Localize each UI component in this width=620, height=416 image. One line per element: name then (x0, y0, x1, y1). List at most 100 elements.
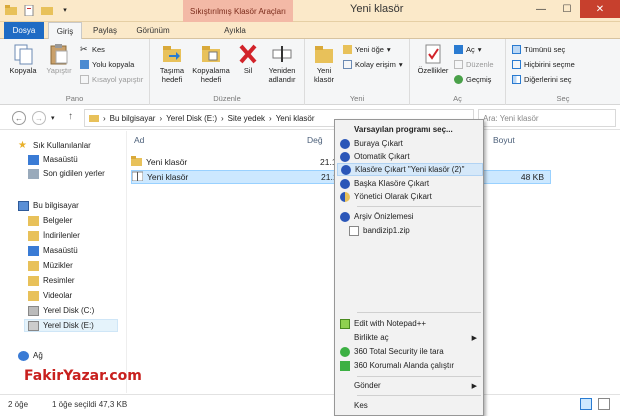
breadcrumb-bu-bilgisayar[interactable]: Bu bilgisayar (110, 114, 156, 123)
tab-gorunum[interactable]: Görünüm (130, 22, 176, 39)
delete-button[interactable]: Sil (236, 43, 260, 75)
bandizip-icon (341, 164, 351, 175)
menu-item-extract-admin[interactable]: Yönetici Olarak Çıkart (337, 190, 483, 203)
delete-label: Sil (243, 66, 253, 75)
menu-item-auto-extract[interactable]: Otomatik Çıkart (337, 150, 483, 163)
easy-access-button[interactable]: Kolay erişim ▾ (343, 60, 403, 69)
star-icon: ★ (18, 139, 27, 151)
maximize-button[interactable]: ☐ (554, 0, 580, 18)
context-menu: Varsayılan programı seç... Buraya Çıkart… (334, 119, 484, 416)
copy-folder-icon (200, 43, 222, 65)
tab-dosya[interactable]: Dosya (4, 22, 44, 39)
breadcrumb-yeni-klasor[interactable]: Yeni klasör (276, 114, 315, 123)
new-item-button[interactable]: Yeni öğe ▾ (343, 45, 391, 54)
folder-icon (313, 43, 335, 65)
move-to-label: Taşıma hedefi (159, 66, 185, 84)
menu-item-open-with[interactable]: Birlikte aç ▶ (337, 331, 483, 344)
menu-item-extract-here[interactable]: Buraya Çıkart (337, 137, 483, 150)
properties-icon[interactable] (22, 3, 36, 17)
menu-item-extract-to-folder[interactable]: Klasöre Çıkart "Yeni klasör (2)" (337, 163, 483, 176)
breadcrumb-site-yedek[interactable]: Site yedek (228, 114, 265, 123)
menu-item-360-scan[interactable]: 360 Total Security ile tara (337, 345, 483, 358)
close-button[interactable]: ✕ (580, 0, 620, 18)
search-input[interactable]: Ara: Yeni klasör (478, 109, 616, 127)
history-button[interactable]: Geçmiş (454, 75, 491, 84)
select-all-icon (512, 45, 521, 54)
tab-paylas[interactable]: Paylaş (88, 22, 122, 39)
menu-item-label: Edit with Notepad++ (354, 319, 427, 328)
new-folder-button[interactable]: Yeni klasör (309, 43, 339, 84)
copy-label: Kopyala (9, 66, 37, 75)
new-folder-icon[interactable] (40, 3, 54, 17)
360-security-icon (340, 346, 350, 357)
menu-item-cut[interactable]: Kes (337, 399, 483, 412)
item-count: 2 öğe (8, 400, 29, 409)
paste-button[interactable]: Yapıştır (42, 43, 76, 75)
select-all-button[interactable]: Tümünü seç (512, 45, 565, 54)
large-icons-view-icon[interactable] (598, 398, 610, 410)
window-title: Yeni klasör (350, 3, 404, 15)
history-label: Geçmiş (466, 75, 492, 84)
recent-locations-chevron-icon[interactable]: ▾ (51, 114, 55, 122)
invert-selection-button[interactable]: Diğerlerini seç (512, 75, 572, 84)
copy-icon (12, 43, 34, 65)
open-icon (454, 45, 463, 54)
notepad-icon (340, 318, 350, 329)
cut-button[interactable]: ✂ Kes (80, 45, 105, 55)
select-none-label: Hiçbirini seçme (524, 60, 575, 69)
tab-ayikla[interactable]: Ayıkla (210, 22, 260, 39)
properties-button[interactable]: Özellikler (414, 43, 452, 75)
chevron-down-icon[interactable]: ▾ (58, 3, 72, 17)
edit-button[interactable]: Düzenle (454, 60, 494, 69)
menu-item-default-program[interactable]: Varsayılan programı seç... (337, 123, 483, 136)
paste-label: Yapıştır (46, 66, 72, 75)
details-view-icon[interactable] (580, 398, 592, 410)
menu-item-label: bandizip1.zip (363, 226, 410, 235)
forward-button[interactable]: → (32, 111, 46, 125)
group-yeni: Yeni klasör Yeni öğe ▾ Kolay erişim ▾ Yeni (305, 39, 410, 105)
menu-item-extract-other[interactable]: Başka Klasöre Çıkart (337, 177, 483, 190)
nav-favorites[interactable]: ★ Sık Kullanılanlar (18, 139, 138, 152)
copy-path-label: Yolu kopyala (92, 60, 135, 69)
history-icon (454, 75, 463, 84)
open-button[interactable]: Aç ▾ (454, 45, 482, 54)
quick-access-toolbar: ▾ (4, 3, 72, 17)
copy-button[interactable]: Kopyala (6, 43, 40, 75)
nav-item-label: İndirilenler (43, 231, 80, 240)
group-label-ac: Aç (453, 94, 462, 103)
paste-shortcut-button[interactable]: Kısayol yapıştır (80, 75, 143, 84)
address-row: ← → ▾ ↑ › Bu bilgisayar › Yerel Disk (E:… (0, 106, 620, 130)
nav-this-pc[interactable]: Bu bilgisayar (18, 199, 138, 212)
desktop-icon (28, 154, 39, 165)
menu-item-zip-file[interactable]: bandizip1.zip (337, 224, 483, 237)
rename-icon (271, 43, 293, 65)
minimize-button[interactable]: — (528, 0, 554, 18)
menu-item-360-sandbox[interactable]: 360 Korumalı Alanda çalıştır (337, 359, 483, 372)
copy-path-button[interactable]: Yolu kopyala (80, 60, 134, 69)
group-duzenle: Taşıma hedefi Kopyalama hedefi Sil Yenid… (150, 39, 305, 105)
move-to-button[interactable]: Taşıma hedefi (154, 43, 190, 84)
menu-item-archive-preview[interactable]: Arşiv Önizlemesi (337, 210, 483, 223)
ribbon: Kopyala Yapıştır ✂ Kes Yolu kopyala Kısay… (0, 39, 620, 105)
chevron-down-icon: ▾ (386, 45, 391, 54)
menu-item-notepad[interactable]: Edit with Notepad++ (337, 317, 483, 330)
column-size[interactable]: Boyut (493, 135, 515, 145)
chevron-right-icon: ▶ (471, 334, 477, 342)
column-date[interactable]: Değ (307, 135, 323, 145)
nav-item-disk-e[interactable]: Yerel Disk (E:) (24, 319, 118, 332)
nav-network[interactable]: Ağ (18, 349, 138, 362)
up-button[interactable]: ↑ (68, 111, 73, 122)
menu-separator (357, 395, 481, 396)
column-name[interactable]: Ad (134, 135, 144, 145)
rename-button[interactable]: Yeniden adlandır (262, 43, 302, 84)
select-none-button[interactable]: Hiçbirini seçme (512, 60, 575, 69)
select-none-icon (512, 60, 521, 69)
breadcrumb-yerel-disk[interactable]: Yerel Disk (E:) (166, 114, 217, 123)
menu-item-send-to[interactable]: Gönder ▶ (337, 379, 483, 392)
cut-label: Kes (92, 45, 105, 54)
back-button[interactable]: ← (12, 111, 26, 125)
shield-icon (340, 191, 350, 202)
copy-to-button[interactable]: Kopyalama hedefi (192, 43, 230, 84)
bandizip-icon (340, 151, 350, 162)
tab-giris[interactable]: Giriş (48, 22, 82, 39)
